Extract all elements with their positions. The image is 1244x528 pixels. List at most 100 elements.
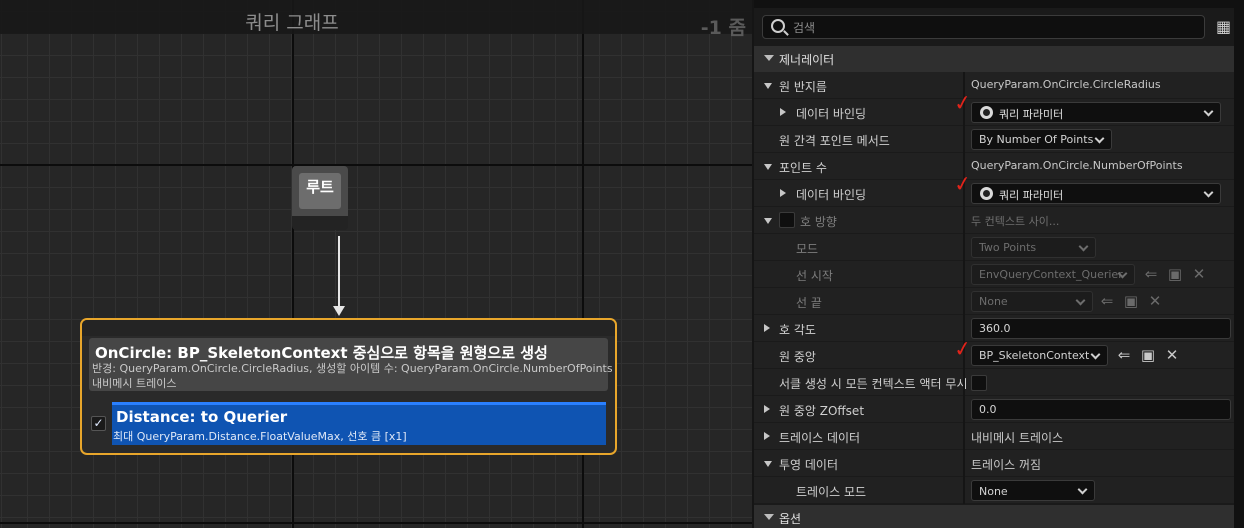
chevron-down-icon	[1075, 295, 1086, 306]
line-to-dropdown[interactable]: None	[971, 291, 1093, 312]
center-zoffset-input[interactable]	[979, 402, 1219, 417]
prop-name: 선 시작	[796, 269, 833, 283]
chevron-down-icon	[764, 55, 774, 61]
expand-arrow-icon[interactable]	[780, 189, 786, 197]
generator-title: OnCircle: BP_SkeletonContext 중심으로 항목을 원형…	[95, 344, 548, 362]
dropdown-value: None	[979, 485, 1008, 498]
prop-mode[interactable]: 모드 Two Points	[754, 234, 1234, 261]
prop-value: 두 컨텍스트 사이...	[971, 215, 1060, 228]
prop-name: 데이터 바인딩	[796, 107, 867, 121]
generator-header[interactable]: OnCircle: BP_SkeletonContext 중심으로 항목을 원형…	[89, 338, 612, 391]
generator-node[interactable]: OnCircle: BP_SkeletonContext 중심으로 항목을 원형…	[80, 318, 617, 455]
prop-arc-direction[interactable]: 호 방향 두 컨텍스트 사이...	[754, 207, 1234, 234]
column-divider	[963, 423, 965, 450]
center-zoffset-field[interactable]	[971, 399, 1231, 420]
chevron-down-icon	[1090, 349, 1101, 360]
column-divider	[963, 261, 965, 288]
use-selected-icon[interactable]: ⇐	[1142, 266, 1160, 284]
graph-title: 쿼리 그래프	[245, 12, 339, 34]
prop-data-binding[interactable]: 데이터 바인딩 쿼리 파라미터 ✓	[754, 171, 1234, 207]
annotation-checkmark: ✓	[952, 170, 974, 198]
expand-arrow-icon[interactable]	[764, 164, 772, 170]
use-selected-icon[interactable]: ⇐	[1098, 293, 1116, 311]
arc-angle-input[interactable]	[979, 321, 1219, 336]
dropdown-value: 쿼리 파라미터	[999, 108, 1064, 121]
chevron-down-icon	[1094, 133, 1105, 144]
prop-center-zoffset[interactable]: 원 중앙 ZOffset	[754, 396, 1234, 423]
column-divider	[963, 207, 965, 234]
trace-mode-dropdown[interactable]: None	[971, 480, 1095, 501]
dropdown-value: By Number Of Points	[979, 133, 1094, 146]
expand-arrow-icon[interactable]	[764, 218, 772, 224]
prop-line-to[interactable]: 선 끝 None ⇐ ▣ ✕	[754, 288, 1234, 315]
arc-direction-checkbox[interactable]	[779, 212, 795, 228]
prop-trace-data[interactable]: 트레이스 데이터 내비메시 트레이스	[754, 423, 1234, 450]
dropdown-value: 쿼리 파라미터	[999, 189, 1064, 202]
prop-data-binding[interactable]: 데이터 바인딩 쿼리 파라미터 ✓	[754, 90, 1234, 126]
prop-circle-center[interactable]: 원 중앙 BP_SkeletonContext ⇐ ▣ ✕ ✓	[754, 336, 1234, 369]
category-options[interactable]: 옵션	[754, 505, 1234, 528]
browse-icon[interactable]: ▣	[1122, 293, 1140, 311]
root-node-label: 루트	[299, 173, 341, 209]
prop-trace-mode[interactable]: 트레이스 모드 None	[754, 477, 1234, 504]
editor-window: 쿼리 그래프 -1 줌 루트 OnCircle: BP_SkeletonCont…	[0, 0, 1244, 528]
browse-icon[interactable]: ▣	[1166, 266, 1184, 284]
dropdown-value: None	[979, 295, 1008, 308]
search-icon	[771, 19, 785, 33]
dropdown-value: BP_SkeletonContext	[979, 349, 1090, 362]
spacing-method-dropdown[interactable]: By Number Of Points	[971, 129, 1112, 150]
panel-scroll-track[interactable]	[1234, 0, 1244, 528]
annotation-checkmark: ✓	[952, 335, 974, 363]
expand-arrow-icon[interactable]	[764, 405, 770, 413]
distance-test-item[interactable]: Distance: to Querier 최대 QueryParam.Dista…	[112, 402, 606, 445]
chevron-down-icon	[1078, 241, 1089, 252]
prop-name: 트레이스 모드	[796, 485, 867, 499]
root-node[interactable]: 루트	[292, 166, 348, 230]
search-box[interactable]	[762, 15, 1205, 39]
data-binding-dropdown[interactable]: 쿼리 파라미터	[971, 183, 1221, 204]
data-binding-dropdown[interactable]: 쿼리 파라미터	[971, 102, 1221, 123]
use-selected-icon[interactable]: ⇐	[1115, 347, 1133, 365]
node-input-pin[interactable]	[82, 320, 615, 336]
details-panel: ▦ 제너레이터 원 반지름 QueryParam.OnCircle.Circle…	[754, 0, 1244, 528]
expand-arrow-icon[interactable]	[764, 83, 772, 89]
expand-arrow-icon[interactable]	[764, 324, 770, 332]
prop-name: 모드	[796, 242, 819, 256]
ignore-actors-checkbox[interactable]	[971, 375, 987, 391]
prop-spacing-method[interactable]: 원 간격 포인트 메서드 By Number Of Points	[754, 126, 1234, 153]
clear-icon[interactable]: ✕	[1190, 266, 1208, 284]
column-divider	[963, 450, 965, 477]
column-divider	[963, 396, 965, 423]
expand-arrow-icon[interactable]	[764, 432, 770, 440]
prop-line-from[interactable]: 선 시작 EnvQueryContext_Querier ⇐ ▣ ✕	[754, 261, 1234, 288]
clear-icon[interactable]: ✕	[1163, 347, 1181, 365]
search-input[interactable]	[793, 19, 1193, 36]
grid-major-line	[0, 522, 752, 524]
category-generator[interactable]: 제너레이터	[754, 46, 1234, 72]
generator-description-line2: 내비메시 트레이스	[92, 377, 177, 390]
query-param-icon	[980, 187, 993, 200]
category-label: 옵션	[779, 512, 802, 526]
prop-circle-radius[interactable]: 원 반지름 QueryParam.OnCircle.CircleRadius	[754, 72, 1234, 99]
column-divider	[963, 477, 965, 504]
mode-dropdown[interactable]: Two Points	[971, 237, 1096, 258]
expand-arrow-icon[interactable]	[764, 461, 772, 467]
clear-icon[interactable]: ✕	[1146, 293, 1164, 311]
browse-icon[interactable]: ▣	[1139, 347, 1157, 365]
dropdown-value: EnvQueryContext_Querier	[979, 268, 1123, 281]
expand-arrow-icon[interactable]	[780, 108, 786, 116]
chevron-down-icon	[1077, 484, 1088, 495]
prop-arc-angle[interactable]: 호 각도	[754, 315, 1234, 342]
prop-number-of-points[interactable]: 포인트 수 QueryParam.OnCircle.NumberOfPoints	[754, 153, 1234, 180]
line-from-dropdown[interactable]: EnvQueryContext_Querier	[971, 264, 1135, 285]
arc-angle-field[interactable]	[971, 318, 1231, 339]
view-options-icon[interactable]: ▦	[1216, 19, 1232, 35]
prop-ignore-context-actors[interactable]: 서클 생성 시 모든 컨텍스트 액터 무시	[754, 369, 1234, 396]
annotation-checkmark: ✓	[952, 89, 974, 117]
circle-center-dropdown[interactable]: BP_SkeletonContext	[971, 345, 1108, 366]
chevron-down-icon	[1203, 106, 1214, 117]
query-param-icon	[980, 106, 993, 119]
prop-projection-data[interactable]: 투영 데이터 트레이스 꺼짐	[754, 450, 1234, 477]
query-graph-canvas[interactable]: 쿼리 그래프 -1 줌 루트 OnCircle: BP_SkeletonCont…	[0, 0, 752, 528]
test-enabled-checkbox[interactable]: ✓	[91, 416, 106, 431]
